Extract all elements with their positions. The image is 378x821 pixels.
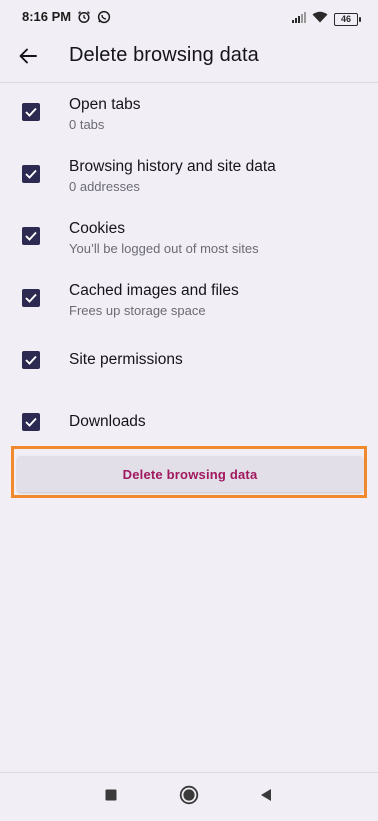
checkmark-icon — [25, 355, 37, 365]
option-title: Site permissions — [69, 351, 183, 368]
option-cached-images[interactable]: Cached images and files Frees up storage… — [0, 268, 378, 330]
option-site-permissions[interactable]: Site permissions — [0, 330, 378, 392]
option-downloads[interactable]: Downloads — [0, 392, 378, 454]
triangle-back-icon — [259, 788, 273, 807]
square-icon — [105, 788, 117, 806]
checkbox-cached-images[interactable] — [22, 289, 40, 307]
battery-indicator: 46 — [334, 12, 361, 26]
checkmark-icon — [25, 107, 37, 117]
checkmark-icon — [25, 169, 37, 179]
option-title: Cached images and files — [69, 282, 239, 299]
status-right: 46 — [292, 10, 361, 28]
recents-button[interactable] — [99, 785, 123, 809]
option-text: Downloads — [69, 412, 146, 431]
checkmark-icon — [25, 293, 37, 303]
page-title: Delete browsing data — [69, 44, 259, 66]
option-cookies[interactable]: Cookies You’ll be logged out of most sit… — [0, 206, 378, 268]
option-subtitle: You’ll be logged out of most sites — [69, 241, 259, 256]
delete-browsing-data-button[interactable]: Delete browsing data — [17, 456, 363, 492]
status-time: 8:16 PM — [22, 9, 72, 24]
option-list: Open tabs 0 tabs Browsing history and si… — [0, 82, 378, 454]
option-text: Site permissions — [69, 350, 183, 369]
option-text: Cookies You’ll be logged out of most sit… — [69, 219, 259, 257]
option-text: Open tabs 0 tabs — [69, 95, 141, 133]
option-open-tabs[interactable]: Open tabs 0 tabs — [0, 82, 378, 144]
home-button[interactable] — [177, 785, 201, 809]
option-text: Browsing history and site data 0 address… — [69, 157, 276, 195]
option-title: Open tabs — [69, 96, 141, 113]
option-subtitle: 0 addresses — [69, 179, 140, 194]
option-browsing-history[interactable]: Browsing history and site data 0 address… — [0, 144, 378, 206]
checkbox-downloads[interactable] — [22, 413, 40, 431]
status-left: 8:16 PM — [22, 9, 111, 24]
nav-back-button[interactable] — [254, 785, 278, 809]
whatsapp-icon — [97, 10, 111, 24]
checkbox-cookies[interactable] — [22, 227, 40, 245]
checkmark-icon — [25, 417, 37, 427]
alarm-icon — [77, 10, 91, 24]
option-text: Cached images and files Frees up storage… — [69, 281, 239, 319]
option-subtitle: 0 tabs — [69, 117, 105, 132]
checkbox-browsing-history[interactable] — [22, 165, 40, 183]
toolbar: Delete browsing data — [0, 34, 378, 83]
option-title: Browsing history and site data — [69, 158, 276, 175]
checkmark-icon — [25, 231, 37, 241]
option-title: Cookies — [69, 220, 125, 237]
checkbox-open-tabs[interactable] — [22, 103, 40, 121]
circle-icon — [179, 785, 199, 810]
back-button[interactable] — [12, 42, 44, 74]
wifi-icon — [312, 10, 328, 28]
option-title: Downloads — [69, 413, 146, 430]
navigation-bar — [0, 772, 378, 821]
arrow-left-icon — [18, 46, 38, 71]
signal-icon — [292, 10, 306, 28]
status-bar: 8:16 PM 46 — [0, 0, 378, 34]
checkbox-site-permissions[interactable] — [22, 351, 40, 369]
option-subtitle: Frees up storage space — [69, 303, 206, 318]
